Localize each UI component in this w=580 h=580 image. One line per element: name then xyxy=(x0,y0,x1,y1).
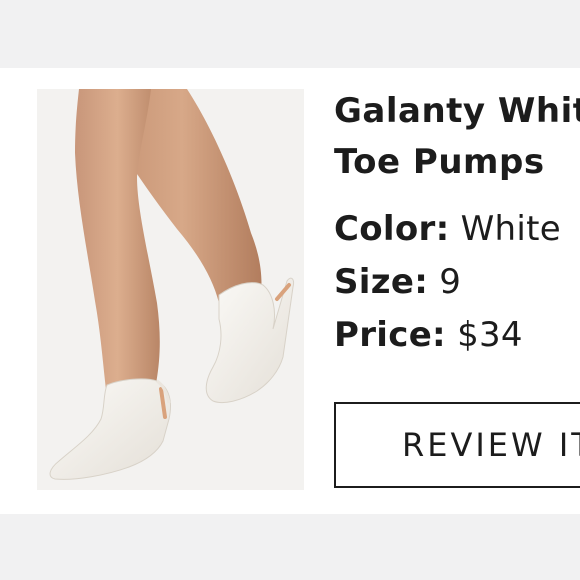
color-value: White xyxy=(460,209,561,249)
price-value: $34 xyxy=(457,315,523,355)
review-item-button[interactable]: REVIEW ITEM xyxy=(334,402,580,488)
product-attributes: Color: White Size: 9 Price: $34 xyxy=(334,203,580,362)
product-title-line1: Galanty White xyxy=(334,91,580,131)
product-details: Galanty White Toe Pumps Color: White Siz… xyxy=(334,86,580,362)
product-image[interactable] xyxy=(37,89,304,490)
size-label: Size: xyxy=(334,262,429,302)
product-card[interactable]: Galanty White Toe Pumps Color: White Siz… xyxy=(0,68,580,514)
color-label: Color: xyxy=(334,209,450,249)
size-attribute: Size: 9 xyxy=(334,256,580,309)
size-value: 9 xyxy=(439,262,462,302)
product-title[interactable]: Galanty White Toe Pumps xyxy=(334,86,580,188)
price-attribute: Price: $34 xyxy=(334,309,580,362)
product-photo-illustration xyxy=(37,89,304,490)
product-title-line2: Toe Pumps xyxy=(334,142,545,182)
color-attribute: Color: White xyxy=(334,203,580,256)
page: Galanty White Toe Pumps Color: White Siz… xyxy=(0,0,580,580)
price-label: Price: xyxy=(334,315,446,355)
